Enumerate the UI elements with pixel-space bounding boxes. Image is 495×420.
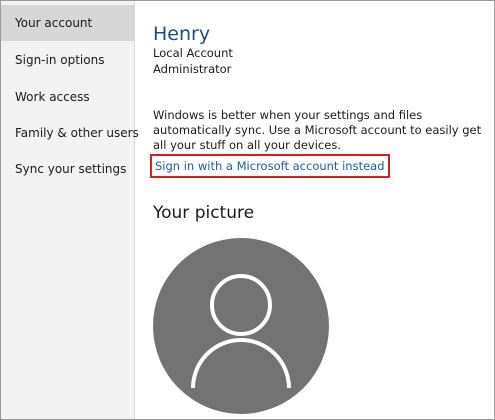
account-panel: Henry Local Account Administrator Window… xyxy=(150,1,494,419)
microsoft-account-link[interactable]: Sign in with a Microsoft account instead xyxy=(150,154,390,178)
user-name: Henry xyxy=(153,23,211,45)
sidebar-item-label: Family & other users xyxy=(15,126,139,140)
sidebar-item-label: Sign-in options xyxy=(15,53,105,67)
account-type: Local Account xyxy=(153,46,233,60)
sync-description: Windows is better when your settings and… xyxy=(153,108,482,152)
your-picture-heading: Your picture xyxy=(153,203,255,223)
sidebar-item-sign-in-options[interactable]: Sign-in options xyxy=(1,42,134,78)
account-role: Administrator xyxy=(153,62,232,76)
sidebar: Your account Sign-in options Work access… xyxy=(1,1,139,419)
sidebar-item-sync-settings[interactable]: Sync your settings xyxy=(1,151,134,187)
sidebar-item-family-other-users[interactable]: Family & other users xyxy=(1,115,139,151)
settings-window: Your account Sign-in options Work access… xyxy=(0,0,495,420)
sidebar-item-label: Your account xyxy=(15,16,93,30)
sidebar-item-label: Work access xyxy=(15,90,90,104)
avatar[interactable] xyxy=(153,238,329,414)
sidebar-item-label: Sync your settings xyxy=(15,162,127,176)
default-user-icon xyxy=(153,238,329,414)
sidebar-item-your-account[interactable]: Your account xyxy=(1,5,134,41)
sidebar-item-work-access[interactable]: Work access xyxy=(1,79,134,115)
